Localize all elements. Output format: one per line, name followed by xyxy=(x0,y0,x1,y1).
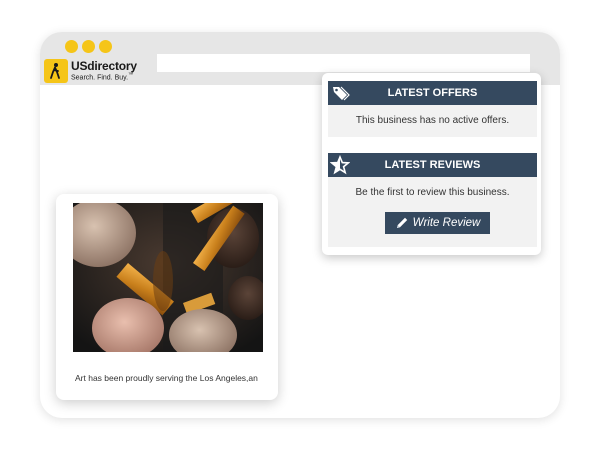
window-dot[interactable] xyxy=(82,40,95,53)
walking-person-icon xyxy=(44,59,68,83)
makeup-brushes-photo xyxy=(73,203,263,352)
business-listing-card: Art has been proudly serving the Los Ang… xyxy=(56,194,278,400)
latest-offers-header: LATEST OFFERS xyxy=(328,81,537,105)
listing-description: Art has been proudly serving the Los Ang… xyxy=(75,373,258,383)
brand-tagline: Search. Find. Buy.™ xyxy=(71,72,134,82)
latest-reviews-section: LATEST REVIEWS Be the first to review th… xyxy=(328,153,537,247)
window-dot[interactable] xyxy=(99,40,112,53)
usdirectory-logo[interactable]: USdirectory Search. Find. Buy.™ xyxy=(44,58,144,84)
write-review-label: Write Review xyxy=(412,217,481,229)
write-review-button[interactable]: Write Review xyxy=(385,212,490,234)
brand-name: USdirectory xyxy=(71,59,137,74)
reviews-message: Be the first to review this business. xyxy=(355,187,510,198)
latest-reviews-title: LATEST REVIEWS xyxy=(384,159,481,171)
latest-offers-section: LATEST OFFERS This business has no activ… xyxy=(328,81,537,137)
address-bar[interactable] xyxy=(157,54,530,72)
offers-message: This business has no active offers. xyxy=(355,115,510,126)
latest-reviews-header: LATEST REVIEWS xyxy=(328,153,537,177)
latest-offers-title: LATEST OFFERS xyxy=(387,87,478,99)
business-sidebar-panel: LATEST OFFERS This business has no activ… xyxy=(322,73,541,255)
window-dot[interactable] xyxy=(65,40,78,53)
pencil-icon xyxy=(396,217,407,228)
